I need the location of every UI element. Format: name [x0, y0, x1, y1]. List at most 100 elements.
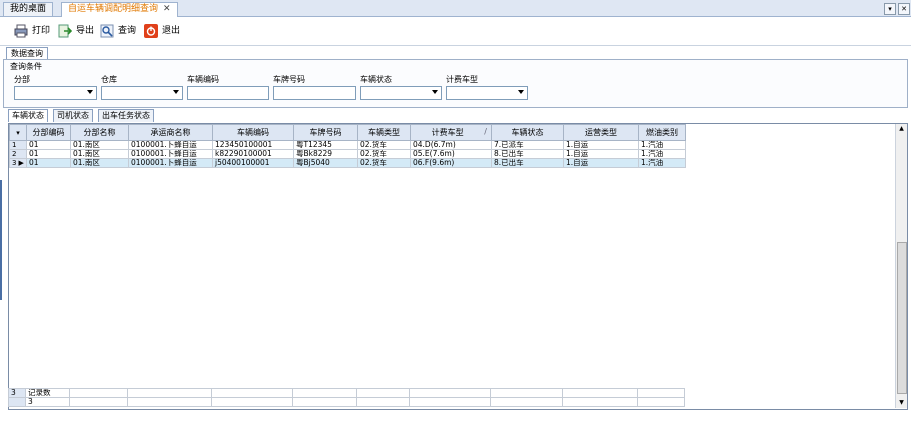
footer-table: 3 记录数 3 — [8, 388, 685, 407]
billing-type-select[interactable] — [446, 86, 528, 100]
scroll-up-icon[interactable]: ▲ — [896, 124, 907, 134]
filter-label-plate-number: 车牌号码 — [273, 75, 305, 84]
print-label: 打印 — [32, 26, 51, 36]
row-pointer-icon: ▶ — [18, 159, 24, 167]
vehicle-code-input[interactable] — [187, 86, 269, 100]
chevron-down-icon — [432, 90, 438, 94]
table-cell[interactable]: 02.货车 — [357, 149, 411, 159]
row-number[interactable]: 1 — [9, 140, 27, 150]
table-cell[interactable]: 8.已出车 — [491, 149, 564, 159]
vehicle-status-select[interactable] — [360, 86, 442, 100]
table-cell[interactable]: 粤Bk8229 — [293, 149, 358, 159]
col-header[interactable]: 燃油类别 — [638, 124, 686, 141]
query-conditions-legend: 查询条件 — [10, 62, 42, 71]
grid-table: ▾ 分部编码 分部名称 承运商名称 车辆编码 车牌号码 车辆类型 计费车型 / 车… — [9, 124, 686, 168]
table-cell[interactable]: 1.汽油 — [638, 140, 686, 150]
col-header[interactable]: 计费车型 / — [410, 124, 492, 141]
search-icon — [100, 24, 114, 38]
tab-vehicle-status[interactable]: 车辆状态 — [8, 109, 48, 122]
table-cell[interactable]: 1.自运 — [563, 140, 639, 150]
table-cell[interactable]: 0100001.卜蜂自运 — [128, 158, 213, 168]
warehouse-select[interactable] — [101, 86, 183, 100]
chevron-down-icon — [518, 90, 524, 94]
table-cell[interactable]: 1.汽油 — [638, 149, 686, 159]
table-row[interactable]: 1 01 01.南区 0100001.卜蜂自运 123450100001 粤T12345 0… — [9, 140, 686, 150]
header-row: ▾ 分部编码 分部名称 承运商名称 车辆编码 车牌号码 车辆类型 计费车型 / 车… — [9, 124, 686, 141]
close-icon[interactable]: ✕ — [163, 4, 171, 14]
tab-my-desktop[interactable]: 我的桌面 — [3, 2, 54, 16]
close-icon[interactable]: ✕ — [898, 3, 910, 15]
table-row[interactable]: 3 ▶ 01 01.南区 0100001.卜蜂自运 j50400100001 粤Bj5040… — [9, 158, 686, 168]
plate-number-input[interactable] — [273, 86, 356, 100]
table-cell[interactable]: 01 — [26, 149, 71, 159]
power-icon — [144, 23, 158, 38]
row-number[interactable]: 2 — [9, 149, 27, 159]
table-cell[interactable]: 02.货车 — [357, 158, 411, 168]
table-cell[interactable]: 01.南区 — [70, 149, 129, 159]
toolbar: 打印 导出 查询 退出 — [0, 17, 911, 46]
col-header[interactable]: 车辆编码 — [212, 124, 294, 141]
col-header[interactable]: 分部名称 — [70, 124, 129, 141]
col-header-label: 计费车型 — [431, 128, 464, 137]
table-cell[interactable]: 0100001.卜蜂自运 — [128, 140, 213, 150]
col-header[interactable]: 车牌号码 — [293, 124, 358, 141]
table-cell[interactable]: 8.已出车 — [491, 158, 564, 168]
filter-label-warehouse: 仓库 — [101, 75, 117, 84]
filter-label-vehicle-code: 车辆编码 — [187, 75, 219, 84]
table-cell[interactable]: 02.货车 — [357, 140, 411, 150]
row-number[interactable]: 3 ▶ — [9, 158, 27, 168]
vertical-scrollbar[interactable]: ▲ ▼ — [895, 124, 907, 408]
grid-footer: 3 记录数 3 — [8, 388, 685, 407]
chevron-down-icon — [173, 90, 179, 94]
exit-label: 退出 — [162, 26, 181, 36]
table-cell[interactable]: k82290100001 — [212, 149, 294, 159]
chevron-down-icon[interactable]: ▾ — [884, 3, 896, 15]
col-header[interactable]: 承运商名称 — [128, 124, 213, 141]
export-button[interactable]: 导出 — [58, 22, 94, 40]
tab-label: 自运车辆调配明细查询 — [68, 4, 159, 14]
table-cell[interactable]: 01 — [26, 158, 71, 168]
table-cell[interactable]: j50400100001 — [212, 158, 294, 168]
scrollbar-thumb[interactable] — [897, 242, 907, 394]
table-cell[interactable]: 1.自运 — [563, 149, 639, 159]
table-cell[interactable]: 123450100001 — [212, 140, 294, 150]
table-cell[interactable]: 05.E(7.6m) — [410, 149, 492, 159]
chevron-down-icon: ▾ — [16, 129, 20, 137]
table-cell[interactable]: 01.南区 — [70, 158, 129, 168]
query-button[interactable]: 查询 — [100, 22, 136, 40]
left-edge-marker — [0, 180, 2, 300]
filter-label-branch: 分部 — [14, 75, 30, 84]
tab-trip-task-status[interactable]: 出车任务状态 — [98, 109, 154, 122]
table-cell[interactable]: 0100001.卜蜂自运 — [128, 149, 213, 159]
table-cell[interactable]: 1.自运 — [563, 158, 639, 168]
table-cell[interactable]: 01 — [26, 140, 71, 150]
exit-button[interactable]: 退出 — [144, 22, 180, 40]
footer-record-count-value: 3 — [25, 397, 70, 407]
row-selector-header[interactable]: ▾ — [9, 124, 27, 141]
table-cell[interactable]: 04.D(6.7m) — [410, 140, 492, 150]
sort-icon: / — [484, 127, 487, 136]
branch-select[interactable] — [14, 86, 97, 100]
filter-label-vehicle-status: 车辆状态 — [360, 75, 392, 84]
table-cell[interactable]: 01.南区 — [70, 140, 129, 150]
footer-row: 3 — [8, 397, 685, 407]
chevron-down-icon — [87, 90, 93, 94]
col-header[interactable]: 运营类型 — [563, 124, 639, 141]
col-header[interactable]: 车辆状态 — [491, 124, 564, 141]
tab-vehicle-dispatch-query[interactable]: 自运车辆调配明细查询 ✕ — [61, 2, 178, 17]
tab-driver-status[interactable]: 司机状态 — [53, 109, 93, 122]
col-header[interactable]: 分部编码 — [26, 124, 71, 141]
table-cell[interactable]: 06.F(9.6m) — [410, 158, 492, 168]
table-cell[interactable]: 7.已派车 — [491, 140, 564, 150]
table-cell[interactable]: 粤T12345 — [293, 140, 358, 150]
table-row[interactable]: 2 01 01.南区 0100001.卜蜂自运 k82290100001 粤Bk8229 0… — [9, 149, 686, 159]
table-cell[interactable]: 粤Bj5040 — [293, 158, 358, 168]
document-tab-bar: 我的桌面 自运车辆调配明细查询 ✕ ▾ ✕ — [0, 0, 911, 17]
print-button[interactable]: 打印 — [14, 22, 50, 40]
export-label: 导出 — [76, 26, 95, 36]
table-cell[interactable]: 1.汽油 — [638, 158, 686, 168]
export-icon — [58, 24, 73, 38]
query-label: 查询 — [118, 26, 137, 36]
col-header[interactable]: 车辆类型 — [357, 124, 411, 141]
scroll-down-icon[interactable]: ▼ — [896, 398, 907, 408]
